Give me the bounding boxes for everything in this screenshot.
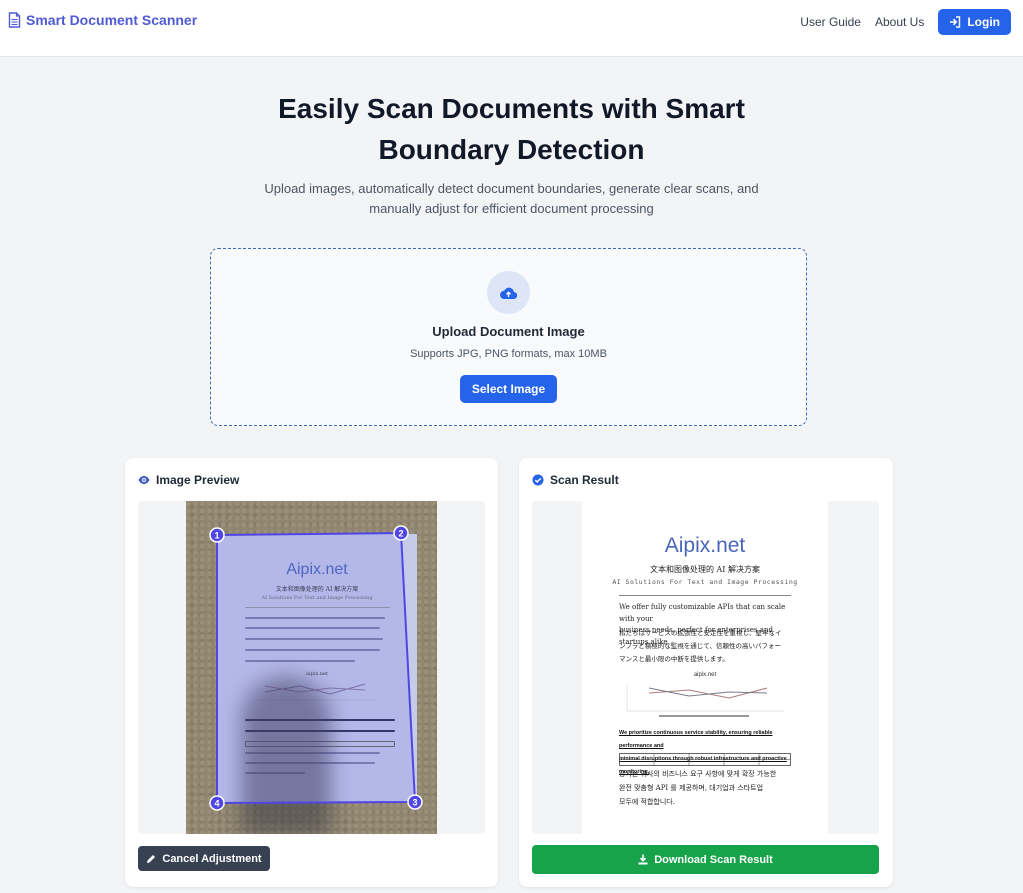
scan-doc-text-ko: 당사는 귀사의 비즈니스 요구 사항에 맞게 확장 가능한 완전 맞춤형 API… [619,767,799,809]
scanned-document: Aipix.net 文本和图像处理的 AI 解决方案 AI Solutions … [582,501,828,834]
scan-doc-text-ja: 私たちはサービスの拡張性と安定性を重視し、堅牢なイ ンフラと積極的な監視を通じて… [619,627,799,666]
nav-user-guide[interactable]: User Guide [800,15,861,29]
document-icon [8,12,21,28]
scan-doc-divider [619,595,791,596]
corner-handle-1[interactable]: 1 [209,527,225,543]
scan-doc-subtitle-en: AI Solutions For Text and Image Processi… [612,578,798,586]
corner-label-4: 4 [214,799,219,809]
pencil-icon [147,854,156,863]
scan-doc-en-line1: We offer fully customizable APIs that ca… [619,603,786,623]
scan-doc-ja-line3: マンスと最小限の中断を提供します。 [619,655,729,663]
scan-result-card: Scan Result Aipix.net 文本和图像处理的 AI 解决方案 A… [519,458,893,887]
image-preview-card: Image Preview Aipix.net 文本和图像处理的 AI 解决方案… [125,458,498,887]
page-title: Easily Scan Documents with Smart Boundar… [0,88,1023,170]
select-image-button[interactable]: Select Image [460,375,557,403]
page-subtitle-line1: Upload images, automatically detect docu… [264,181,759,196]
scan-doc-subtitle-cn: 文本和图像处理的 AI 解决方案 [649,565,761,574]
upload-dropzone[interactable]: Upload Document Image Supports JPG, PNG … [210,248,807,426]
scan-doc-ja-line1: 私たちはサービスの拡張性と安定性を重視し、堅牢なイ [619,629,782,637]
scan-doc-ko-line2: 완전 맞춤형 API 를 제공하며, 대기업과 스타트업 [619,784,764,792]
scan-doc-chart-title: aipix.net [693,672,717,678]
brand-title: Smart Document Scanner [26,12,198,28]
scan-result-title: Scan Result [550,473,619,487]
image-preview-header: Image Preview [138,473,239,487]
page-title-line1: Easily Scan Documents with Smart [278,93,745,124]
nav-links: User Guide About Us Login [800,9,1011,35]
navbar: Smart Document Scanner User Guide About … [0,0,1023,57]
scan-doc-ja-line2: ンフラと積極的な監視を通じて、信頼性の高いパフォー [619,642,781,650]
eye-icon [138,476,150,484]
image-preview-title: Image Preview [156,473,240,487]
scan-doc-bold-line1: We prioritize continuous service stabili… [619,730,773,749]
check-circle-icon [532,474,544,486]
page-subtitle-line2: manually adjust for efficient document p… [369,201,654,216]
cancel-adjustment-label: Cancel Adjustment [162,852,262,865]
login-label: Login [967,15,1000,29]
corner-label-3: 3 [412,798,417,808]
upload-icon-wrapper [487,271,530,314]
scan-doc-table [619,753,791,766]
image-preview-area: Aipix.net 文本和图像处理的 AI 解决方案 AI Solutions … [138,501,485,834]
corner-handle-4[interactable]: 4 [209,795,225,811]
brand[interactable]: Smart Document Scanner [8,12,197,28]
page-title-line2: Boundary Detection [378,134,645,165]
cloud-upload-icon [500,287,517,299]
corner-label-1: 1 [214,531,219,541]
scan-doc-logo: Aipix.net [664,534,746,557]
scan-doc-ko-line1: 당사는 귀사의 비즈니스 요구 사항에 맞게 확장 가능한 [619,770,777,778]
download-icon [638,854,648,865]
login-button[interactable]: Login [938,9,1011,35]
upload-title: Upload Document Image [432,324,585,339]
scan-result-area: Aipix.net 文本和图像处理的 AI 解决方案 AI Solutions … [532,501,879,834]
corner-handle-2[interactable]: 2 [393,525,409,541]
sign-in-icon [950,16,961,28]
corner-handle-3[interactable]: 3 [407,794,423,810]
upload-hint: Supports JPG, PNG formats, max 10MB [410,348,607,360]
download-scan-button[interactable]: Download Scan Result [532,845,879,874]
scan-doc-ko-line3: 모두에 적합합니다. [619,798,675,806]
nav-about-us[interactable]: About Us [875,15,924,29]
scan-result-header: Scan Result [532,473,619,487]
page-subtitle: Upload images, automatically detect docu… [0,179,1023,219]
corner-label-2: 2 [398,529,403,539]
cancel-adjustment-button[interactable]: Cancel Adjustment [138,846,270,871]
download-scan-label: Download Scan Result [654,853,773,866]
boundary-overlay: 1 2 3 4 [209,525,423,811]
scan-doc-chart [626,685,784,717]
